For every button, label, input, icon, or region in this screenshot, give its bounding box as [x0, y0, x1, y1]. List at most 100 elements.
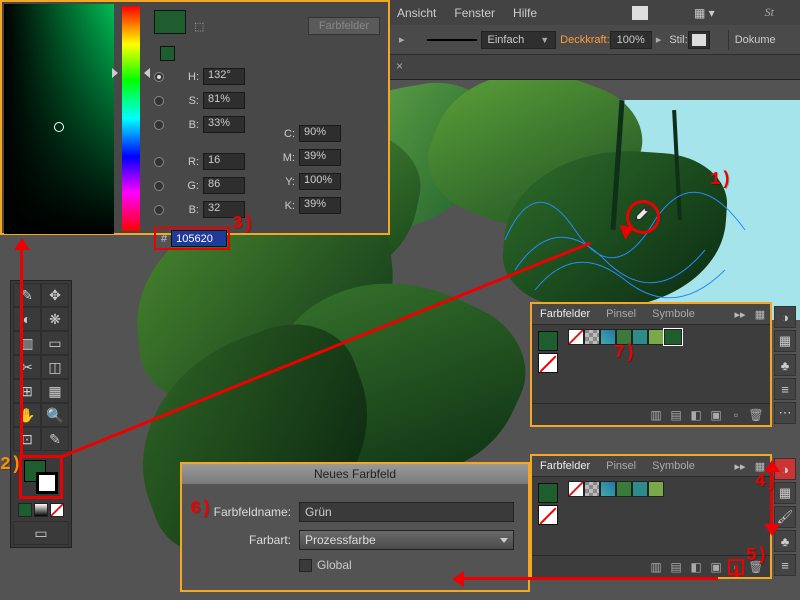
delete-swatch-icon[interactable]: 🗑	[748, 559, 764, 575]
dock-color-icon[interactable]: ◑	[774, 458, 796, 480]
swatch-library-icon[interactable]: ▥	[648, 407, 664, 423]
search-icon[interactable]: St	[765, 5, 774, 20]
swatch-item[interactable]	[616, 329, 632, 345]
radio-g[interactable]	[154, 181, 164, 191]
close-icon[interactable]: ×	[396, 59, 403, 73]
hex-input[interactable]	[171, 230, 227, 247]
hue-slider-thumb-icon[interactable]	[118, 71, 144, 75]
tab-pinsel[interactable]: Pinsel	[598, 456, 644, 476]
dock-swatch-icon[interactable]: ▦	[774, 482, 796, 504]
swatch-item[interactable]	[616, 481, 632, 497]
current-fill-swatch[interactable]	[538, 483, 558, 503]
tool-misc2[interactable]: ✎	[41, 427, 69, 451]
stroke-style-select[interactable]: Einfach▼	[481, 31, 557, 49]
swatch-item[interactable]	[648, 481, 664, 497]
dock-club-icon[interactable]: ♣	[774, 354, 796, 376]
field-bv[interactable]: 33%	[203, 116, 245, 133]
menu-fenster[interactable]: Fenster	[454, 6, 495, 20]
swatch-library-icon[interactable]: ▥	[648, 559, 664, 575]
color-type-select[interactable]: Prozessfarbe	[299, 530, 514, 550]
opacity-field[interactable]: 100%	[610, 31, 652, 49]
tab-pinsel[interactable]: Pinsel	[598, 304, 644, 324]
none-swatch[interactable]	[538, 353, 558, 373]
swatch-item[interactable]	[600, 329, 616, 345]
tab-symbole[interactable]: Symbole	[644, 456, 703, 476]
field-c[interactable]: 90%	[299, 125, 341, 142]
new-group-icon[interactable]: ▣	[708, 407, 724, 423]
global-checkbox[interactable]	[299, 559, 312, 572]
workspace-icon[interactable]	[632, 6, 648, 20]
panel-collapse-icon[interactable]: ▸▸	[732, 458, 748, 474]
caret-icon[interactable]: ▸	[399, 33, 405, 46]
swatch-menu-icon[interactable]: ▤	[668, 407, 684, 423]
swatch-item[interactable]	[600, 481, 616, 497]
swatch-item[interactable]	[648, 329, 664, 345]
dock-stroke-icon[interactable]: ≡	[774, 554, 796, 576]
field-bc[interactable]: 32	[203, 201, 245, 218]
tool-measure[interactable]: ✥	[41, 283, 69, 307]
document-setup-button[interactable]: Dokume	[735, 34, 776, 46]
tool-slice[interactable]: ✂	[13, 355, 41, 379]
dock-more-icon[interactable]: ⋯	[774, 402, 796, 424]
field-r[interactable]: 16	[203, 153, 245, 170]
dock-stroke-icon[interactable]: ≡	[774, 378, 796, 400]
secondary-swatch[interactable]	[160, 46, 175, 61]
field-g[interactable]: 86	[203, 177, 245, 194]
current-fill-swatch[interactable]	[538, 331, 558, 351]
layout-icon[interactable]: ▦ ▾	[694, 6, 715, 20]
swatch-none[interactable]	[568, 329, 584, 345]
radio-h[interactable]	[154, 72, 164, 82]
radio-s[interactable]	[154, 96, 164, 106]
field-m[interactable]: 39%	[299, 149, 341, 166]
field-k[interactable]: 39%	[299, 197, 341, 214]
fill-stroke-indicator[interactable]	[19, 455, 63, 499]
new-group-icon[interactable]: ▣	[708, 559, 724, 575]
none-swatch[interactable]	[538, 505, 558, 525]
panel-grid-icon[interactable]: ▦	[752, 306, 768, 322]
field-h[interactable]: 132°	[203, 68, 245, 85]
color-field[interactable]	[4, 4, 114, 234]
tool-zoom[interactable]: 🔍	[41, 403, 69, 427]
stroke-swatch[interactable]	[36, 472, 58, 494]
tool-graph[interactable]: ▥	[13, 331, 41, 355]
none-mode-icon[interactable]	[50, 503, 64, 517]
dock-color-icon[interactable]: ◑	[774, 306, 796, 328]
field-s[interactable]: 81%	[203, 92, 245, 109]
tool-misc1[interactable]: ⊡	[13, 427, 41, 451]
tool-blend[interactable]: ◐	[13, 307, 41, 331]
swatch-options-icon[interactable]: ◧	[688, 559, 704, 575]
swatch-item-new-green[interactable]	[664, 329, 682, 345]
swatch-item[interactable]	[632, 481, 648, 497]
delete-swatch-icon[interactable]: 🗑	[748, 407, 764, 423]
swatch-name-input[interactable]	[299, 502, 514, 522]
swatch-menu-icon[interactable]: ▤	[668, 559, 684, 575]
caret-icon[interactable]: ▸	[656, 33, 662, 46]
dock-club-icon[interactable]: ♣	[774, 530, 796, 552]
tab-farbfelder[interactable]: Farbfelder	[532, 456, 598, 476]
swatch-registration[interactable]	[584, 329, 600, 345]
tool-gradient[interactable]: ▦	[41, 379, 69, 403]
tool-hand[interactable]: ✋	[13, 403, 41, 427]
menu-hilfe[interactable]: Hilfe	[513, 6, 537, 20]
cube-icon[interactable]: ⬚	[194, 20, 204, 33]
panel-grid-icon[interactable]: ▦	[752, 458, 768, 474]
swatch-none[interactable]	[568, 481, 584, 497]
tab-symbole[interactable]: Symbole	[644, 304, 703, 324]
opacity-label[interactable]: Deckkraft:	[560, 34, 610, 46]
swatch-registration[interactable]	[584, 481, 600, 497]
screen-mode-icon[interactable]: ▭	[13, 521, 69, 545]
field-y[interactable]: 100%	[299, 173, 341, 190]
radio-bc[interactable]	[154, 205, 164, 215]
menu-ansicht[interactable]: Ansicht	[397, 6, 436, 20]
radio-r[interactable]	[154, 157, 164, 167]
tool-artboard[interactable]: ▭	[41, 331, 69, 355]
dock-brush-icon[interactable]: 🖌	[774, 506, 796, 528]
tool-symbol-sprayer[interactable]: ❋	[41, 307, 69, 331]
tool-eyedropper[interactable]: ✎	[13, 283, 41, 307]
new-swatch-icon[interactable]: ▫	[728, 407, 744, 423]
hue-slider[interactable]	[122, 6, 140, 231]
panel-collapse-icon[interactable]: ▸▸	[732, 306, 748, 322]
tool-perspective[interactable]: ◫	[41, 355, 69, 379]
stroke-preview[interactable]	[427, 39, 477, 41]
radio-bv[interactable]	[154, 120, 164, 130]
